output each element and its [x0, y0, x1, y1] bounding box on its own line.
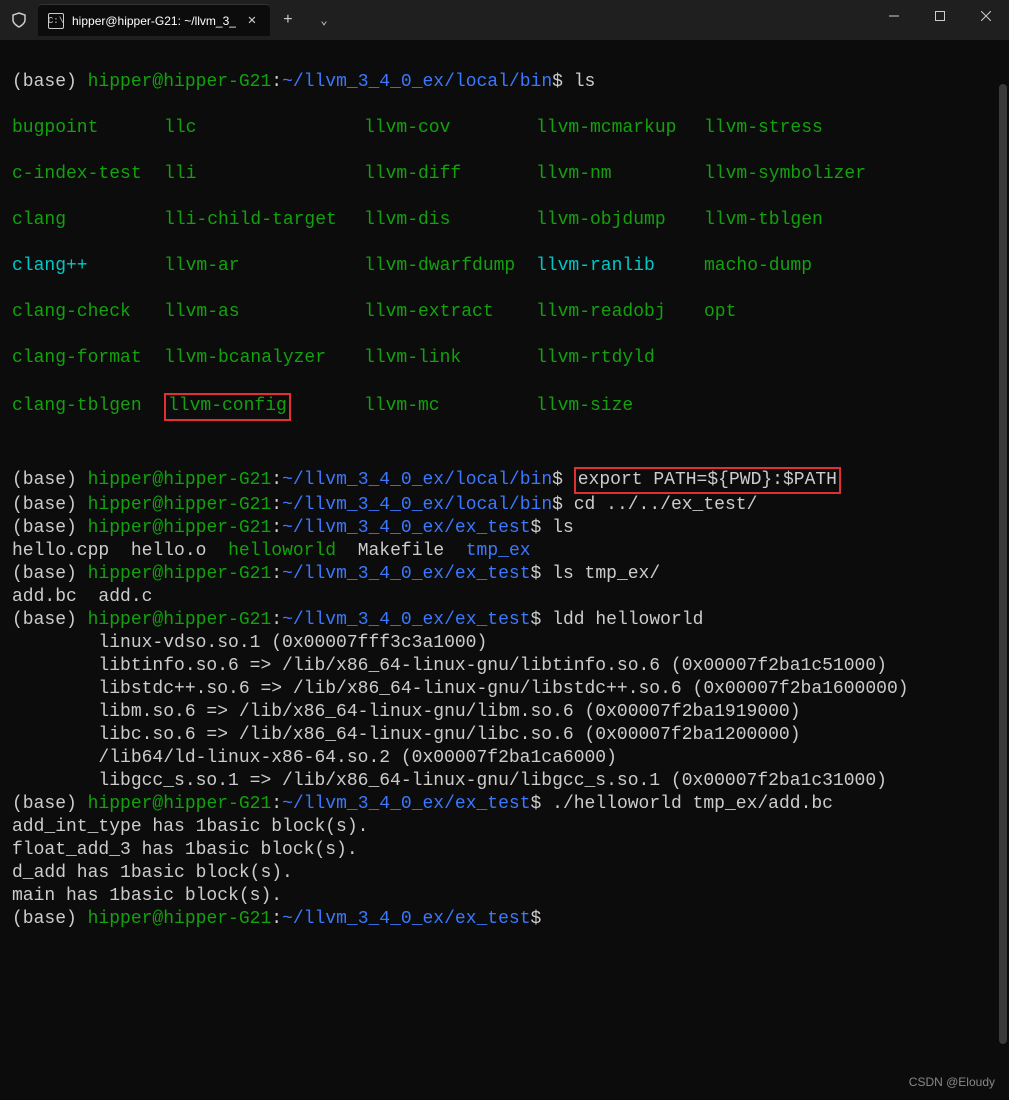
run-output-line: main has 1basic block(s). — [12, 886, 282, 906]
prompt-env: (base) — [12, 72, 88, 92]
ldd-line: libm.so.6 => /lib/x86_64-linux-gnu/libm.… — [12, 702, 801, 722]
ls-output: bugpointllcllvm-covllvm-mcmarkupllvm-str… — [12, 94, 997, 443]
active-tab[interactable]: C:\ hipper@hipper-G21: ~/llvm_3_ ✕ — [38, 4, 270, 36]
ldd-line: /lib64/ld-linux-x86-64.so.2 (0x00007f2ba… — [12, 748, 617, 768]
run-output-line: float_add_3 has 1basic block(s). — [12, 840, 358, 860]
tab-title: hipper@hipper-G21: ~/llvm_3_ — [72, 14, 236, 28]
tab-area: C:\ hipper@hipper-G21: ~/llvm_3_ ✕ + ⌄ — [0, 0, 342, 40]
terminal-body[interactable]: (base) hipper@hipper-G21:~/llvm_3_4_0_ex… — [0, 40, 1009, 1100]
ldd-line: libgcc_s.so.1 => /lib/x86_64-linux-gnu/l… — [12, 771, 887, 791]
minimize-button[interactable] — [871, 0, 917, 32]
titlebar: C:\ hipper@hipper-G21: ~/llvm_3_ ✕ + ⌄ — [0, 0, 1009, 40]
ldd-line: libc.so.6 => /lib/x86_64-linux-gnu/libc.… — [12, 725, 801, 745]
scrollbar[interactable] — [999, 84, 1007, 1044]
watermark: CSDN @Eloudy — [909, 1075, 995, 1090]
ldd-line: libstdc++.so.6 => /lib/x86_64-linux-gnu/… — [12, 679, 909, 699]
close-button[interactable] — [963, 0, 1009, 32]
highlight-llvm-config: llvm-config — [164, 393, 291, 420]
terminal-icon: C:\ — [48, 13, 64, 29]
terminal-window: C:\ hipper@hipper-G21: ~/llvm_3_ ✕ + ⌄ (… — [0, 0, 1009, 1100]
window-controls — [871, 0, 1009, 32]
prompt-path: ~/llvm_3_4_0_ex/local/bin — [282, 72, 552, 92]
tab-dropdown-button[interactable]: ⌄ — [306, 13, 342, 28]
cmd-cd: cd ../../ex_test/ — [574, 495, 758, 515]
tab-close-button[interactable]: ✕ — [244, 12, 260, 29]
maximize-button[interactable] — [917, 0, 963, 32]
cmd-ls: ls — [574, 72, 596, 92]
shield-icon — [10, 11, 28, 29]
cmd-run: ./helloworld tmp_ex/add.bc — [552, 794, 833, 814]
run-output-line: add_int_type has 1basic block(s). — [12, 817, 368, 837]
cmd-ldd: ldd helloworld — [552, 610, 703, 630]
run-output-line: d_add has 1basic block(s). — [12, 863, 293, 883]
ldd-line: linux-vdso.so.1 (0x00007fff3c3a1000) — [12, 633, 487, 653]
cmd-ls2: ls — [552, 518, 574, 538]
new-tab-button[interactable]: + — [270, 11, 306, 29]
cmd-ls-tmpex: ls tmp_ex/ — [552, 564, 660, 584]
highlight-export-cmd: export PATH=${PWD}:$PATH — [574, 467, 841, 494]
prompt-user: hipper@hipper-G21 — [88, 72, 272, 92]
ldd-line: libtinfo.so.6 => /lib/x86_64-linux-gnu/l… — [12, 656, 887, 676]
